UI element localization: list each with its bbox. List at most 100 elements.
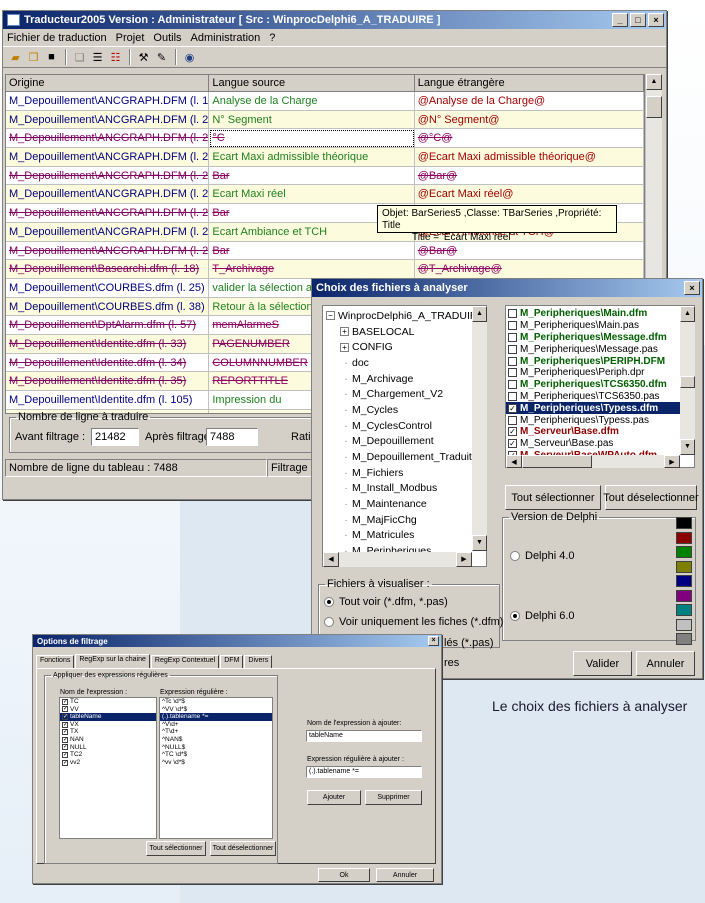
- table-row[interactable]: M_Depouillement\ANCGRAPH.DFM (l. 197) Ana…: [6, 92, 644, 111]
- name-to-add-input[interactable]: tableName: [306, 730, 422, 742]
- files-dialog-title-bar[interactable]: Choix des fichiers à analyser ×: [312, 279, 702, 297]
- copy-icon[interactable]: ❏: [71, 49, 88, 66]
- filter-dialog-title-bar[interactable]: Options de filtrage ×: [33, 635, 441, 647]
- tree-item[interactable]: · M_Maintenance: [326, 496, 486, 512]
- close-icon[interactable]: ×: [648, 13, 664, 27]
- list-icon[interactable]: ☰: [89, 49, 106, 66]
- color-swatch[interactable]: [676, 618, 692, 631]
- scroll-up-icon[interactable]: ▲: [646, 74, 662, 90]
- color-swatch[interactable]: [676, 633, 692, 645]
- files-hscroll-thumb[interactable]: [522, 455, 592, 468]
- table-row[interactable]: M_Depouillement\ANCGRAPH.DFM (l. 280) Bar…: [6, 241, 644, 261]
- regexp-checkbox[interactable]: ✓: [62, 759, 68, 766]
- list-item[interactable]: M_Peripheriques\Main.pas: [506, 320, 694, 332]
- file-checkbox[interactable]: [508, 380, 517, 390]
- list-item[interactable]: ✓ M_Peripheriques\Typess.dfm: [506, 402, 694, 415]
- remove-expression-button[interactable]: Supprimer: [365, 790, 422, 805]
- color-swatch[interactable]: [676, 517, 692, 529]
- regexp-checkbox[interactable]: ✓: [62, 713, 68, 720]
- list-item[interactable]: M_Peripheriques\TCS6350.pas: [506, 391, 694, 403]
- list-item[interactable]: ✓ VV: [60, 706, 156, 714]
- save-icon[interactable]: ■: [43, 49, 60, 66]
- tab-regexp-contextuel[interactable]: RegExp Contextuel: [150, 655, 220, 669]
- minimize-icon[interactable]: _: [612, 13, 628, 27]
- globe-icon[interactable]: ◉: [181, 49, 198, 66]
- list-item[interactable]: ✓ M_Serveur\Base.pas: [506, 438, 694, 450]
- filter-icon[interactable]: ☷: [107, 49, 124, 66]
- menu-outils[interactable]: Outils: [153, 32, 181, 44]
- color-swatch[interactable]: [676, 604, 692, 616]
- regexp-checkbox[interactable]: ✓: [62, 706, 68, 713]
- files-select-all-button[interactable]: Tout sélectionner: [505, 485, 601, 510]
- tree-item[interactable]: · M_MajFicChg: [326, 512, 486, 528]
- list-item[interactable]: ✓ M_Serveur\Base.dfm: [506, 426, 694, 438]
- file-checkbox[interactable]: ✓: [508, 439, 517, 449]
- table-row[interactable]: M_Depouillement\ANCGRAPH.DFM (l. 243) Eca…: [6, 148, 644, 167]
- list-item[interactable]: M_Peripheriques\PERIPH.DFM: [506, 355, 694, 367]
- table-row[interactable]: M_Depouillement\ANCGRAPH.DFM (l. 250) Bar…: [6, 166, 644, 186]
- files-scroll-thumb[interactable]: [680, 376, 695, 388]
- main-title-bar[interactable]: Traducteur2005 Version : Administrateur …: [3, 11, 666, 29]
- tree-item[interactable]: · M_Fichiers: [326, 465, 486, 481]
- regexp-checkbox[interactable]: ✓: [62, 721, 68, 728]
- list-item[interactable]: ✓ tableName: [60, 713, 156, 721]
- radio-delphi-6[interactable]: Delphi 6.0: [510, 610, 575, 622]
- table-row[interactable]: M_Depouillement\ANCGRAPH.DFM (l. 204) N° …: [6, 110, 644, 130]
- add-expression-button[interactable]: Ajouter: [307, 790, 361, 805]
- radio-show-all[interactable]: Tout voir (*.dfm, *.pas): [324, 596, 448, 608]
- tree-item[interactable]: + CONFIG: [326, 339, 486, 355]
- regexp-checkbox[interactable]: ✓: [62, 744, 68, 751]
- list-item[interactable]: M_Peripheriques\Typess.pas: [506, 414, 694, 426]
- list-item[interactable]: ^V\d+: [160, 721, 272, 729]
- files-scroll-down-icon[interactable]: ▼: [680, 439, 695, 455]
- open-icon[interactable]: ▰: [7, 49, 24, 66]
- col-langue-source[interactable]: Langue source: [209, 75, 415, 92]
- table-row[interactable]: M_Depouillement\ANCGRAPH.DFM (l. 217) °C @…: [6, 129, 644, 149]
- file-checkbox[interactable]: [508, 332, 517, 342]
- tools-icon[interactable]: ⚒: [135, 49, 152, 66]
- regexp-checkbox[interactable]: ✓: [62, 751, 68, 758]
- radio-show-dfm[interactable]: Voir uniquement les fiches (*.dfm): [324, 616, 503, 628]
- list-item[interactable]: ^vv \d*$: [160, 759, 272, 767]
- list-item[interactable]: ✓ TX: [60, 728, 156, 736]
- regexp-checkbox[interactable]: ✓: [62, 736, 68, 743]
- menu-help[interactable]: ?: [269, 32, 275, 44]
- table-row[interactable]: M_Depouillement\Basearchi.dfm (l. 18) T_A…: [6, 260, 644, 279]
- file-checkbox[interactable]: [508, 356, 517, 366]
- file-checkbox[interactable]: ✓: [508, 403, 517, 413]
- tree-item[interactable]: − WinprocDelphi6_A_TRADUIRE: [326, 308, 486, 324]
- tree-item[interactable]: · M_Depouillement: [326, 434, 486, 450]
- regexp-select-all-button[interactable]: Tout sélectionner: [146, 841, 206, 856]
- list-item[interactable]: ^Tc \d*$: [160, 698, 272, 706]
- maximize-icon[interactable]: □: [630, 13, 646, 27]
- expr-to-add-input[interactable]: (.).tablename *=: [306, 766, 422, 778]
- file-checkbox[interactable]: [508, 415, 517, 425]
- col-origine[interactable]: Origine: [6, 75, 210, 92]
- expand-icon[interactable]: +: [340, 327, 349, 337]
- tree-item[interactable]: · M_CyclesControl: [326, 418, 486, 434]
- color-swatch[interactable]: [676, 546, 692, 558]
- scroll-thumb[interactable]: [646, 96, 662, 118]
- files-cancel-button[interactable]: Annuler: [636, 651, 695, 676]
- list-item[interactable]: M_Peripheriques\TCS6350.dfm: [506, 379, 694, 391]
- files-dialog-close-icon[interactable]: ×: [684, 281, 700, 295]
- before-filter-input[interactable]: 21482: [91, 428, 139, 446]
- color-swatch[interactable]: [676, 560, 692, 573]
- files-scroll-up-icon[interactable]: ▲: [680, 306, 695, 322]
- file-checkbox[interactable]: [508, 309, 517, 319]
- tree-hscroll[interactable]: ◀ ▶: [323, 552, 472, 567]
- regexp-name-list[interactable]: ✓ TC ✓ VV ✓ tableName ✓ VX ✓ TX ✓ NAN ✓ NULL ✓ TC2 ✓ vv2: [59, 697, 157, 839]
- file-checkbox[interactable]: [508, 391, 517, 401]
- tree-item[interactable]: · M_Chargement_V2: [326, 386, 486, 402]
- tree-scroll-right-icon[interactable]: ▶: [456, 552, 472, 567]
- list-item[interactable]: ^NAN$: [160, 736, 272, 744]
- list-item[interactable]: ✓ TC: [60, 698, 156, 706]
- color-swatch[interactable]: [676, 575, 692, 587]
- tree-item[interactable]: · M_Install_Modbus: [326, 481, 486, 497]
- color-swatch[interactable]: [676, 589, 692, 602]
- edit-icon[interactable]: ✎: [153, 49, 170, 66]
- tree-item[interactable]: · M_Depouillement_Traduit: [326, 449, 486, 465]
- list-item[interactable]: M_Peripheriques\Message.pas: [506, 343, 694, 355]
- files-validate-button[interactable]: Valider: [573, 651, 632, 676]
- regexp-checkbox[interactable]: ✓: [62, 729, 68, 736]
